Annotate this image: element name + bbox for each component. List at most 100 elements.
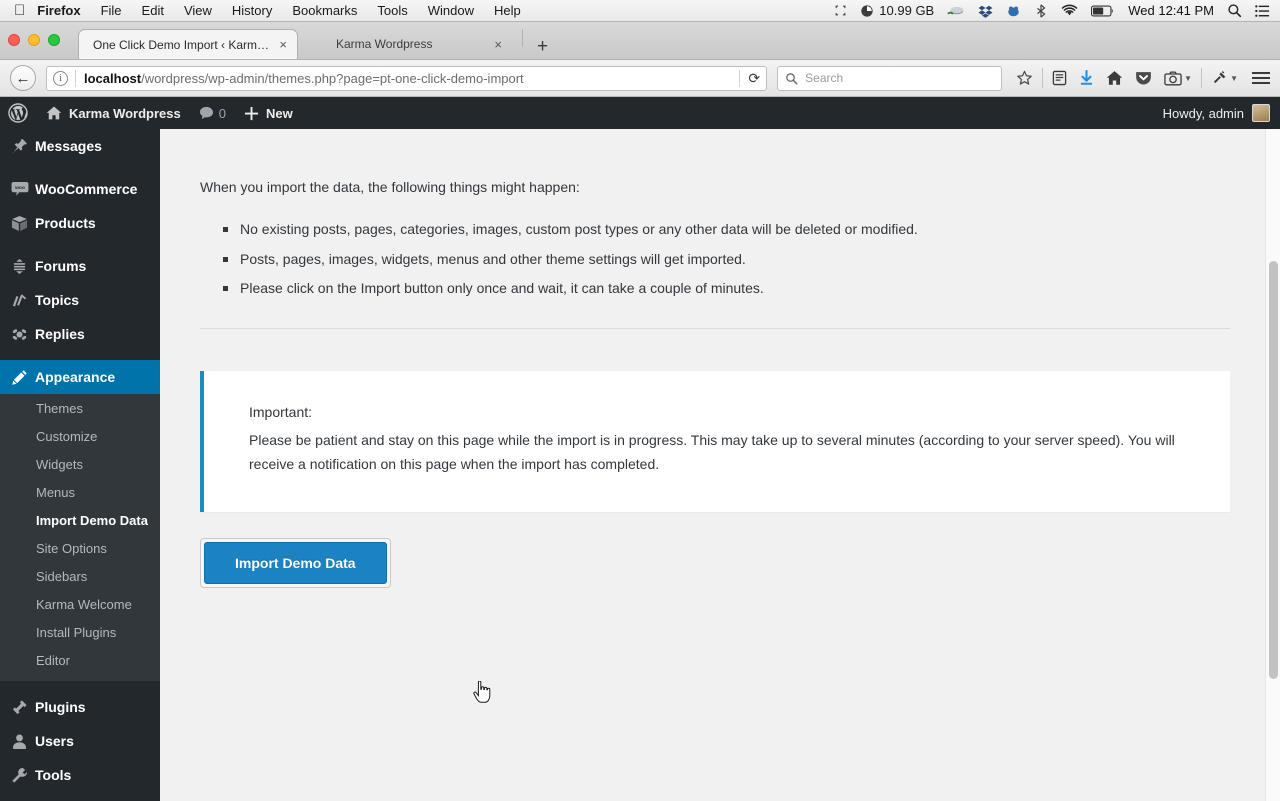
extension-icon[interactable]: ▼	[1211, 70, 1238, 86]
avatar[interactable]	[1252, 104, 1270, 122]
submenu-item-site-options[interactable]: Site Options	[0, 535, 160, 563]
downloads-icon[interactable]	[1079, 70, 1094, 86]
important-text: Please be patient and stay on this page …	[249, 429, 1200, 477]
disk-space-icon[interactable]: 10.99 GB	[860, 3, 934, 18]
sidebar-item-tools[interactable]: Tools	[0, 758, 160, 792]
wp-body: Messages woo WooCommerce Products	[0, 129, 1280, 801]
spotlight-search-icon[interactable]	[1227, 3, 1242, 18]
menu-item-window[interactable]: Window	[428, 3, 474, 18]
dropbox-icon[interactable]	[978, 4, 993, 18]
import-button-focus-ring: Import Demo Data	[200, 538, 391, 588]
backup-icon[interactable]	[947, 4, 965, 18]
sidebar-item-users[interactable]: Users	[0, 724, 160, 758]
battery-icon[interactable]	[1091, 5, 1115, 17]
topics-icon	[11, 292, 35, 309]
bookmark-star-icon[interactable]	[1016, 70, 1033, 87]
browser-tab-title: One Click Demo Import ‹ Karma…	[93, 38, 271, 52]
wordpress-logo-icon[interactable]	[0, 97, 37, 129]
menu-item-file[interactable]: File	[101, 3, 122, 18]
search-input[interactable]: Search	[777, 66, 1002, 91]
replies-icon	[11, 326, 35, 343]
mouse-cursor-pointer	[473, 681, 491, 703]
page-scrollbar[interactable]	[1265, 129, 1280, 801]
submenu-item-editor[interactable]: Editor	[0, 647, 160, 675]
close-icon[interactable]: ×	[279, 38, 287, 51]
hamburger-menu-icon[interactable]	[1252, 72, 1270, 84]
reload-icon[interactable]: ⟳	[739, 70, 760, 87]
chevron-down-icon[interactable]: ▼	[1184, 74, 1192, 83]
forums-icon	[11, 258, 35, 275]
woocommerce-icon: woo	[11, 181, 35, 197]
address-bar[interactable]: i localhost/wordpress/wp-admin/themes.ph…	[46, 66, 767, 91]
site-info-icon[interactable]: i	[53, 71, 68, 86]
list-item: Posts, pages, images, widgets, menus and…	[240, 250, 1280, 270]
import-demo-data-button[interactable]: Import Demo Data	[204, 542, 387, 584]
chevron-down-icon[interactable]: ▼	[1230, 74, 1238, 83]
close-window-button[interactable]	[8, 34, 20, 46]
account-area[interactable]: Howdy, admin	[1163, 104, 1280, 122]
menu-item-edit[interactable]: Edit	[142, 3, 164, 18]
menu-item-tools[interactable]: Tools	[377, 3, 407, 18]
submenu-item-themes[interactable]: Themes	[0, 395, 160, 423]
apple-logo-icon[interactable]: 	[14, 3, 25, 18]
sidebar-item-topics[interactable]: Topics	[0, 283, 160, 317]
menu-item-history[interactable]: History	[232, 3, 272, 18]
box-icon	[11, 215, 35, 232]
back-arrow-icon[interactable]: ←	[10, 65, 36, 91]
site-home-link[interactable]: Karma Wordpress	[37, 97, 190, 129]
list-item: No existing posts, pages, categories, im…	[240, 220, 1280, 240]
sidebar-item-label: Messages	[35, 138, 102, 154]
new-content-link[interactable]: New	[235, 97, 302, 129]
wifi-icon[interactable]	[1061, 4, 1078, 17]
evernote-icon[interactable]	[1006, 4, 1021, 18]
pin-icon	[11, 138, 35, 155]
sidebar-item-forums[interactable]: Forums	[0, 249, 160, 283]
menu-item-help[interactable]: Help	[494, 3, 521, 18]
important-title: Important:	[249, 404, 1200, 420]
maximize-window-button[interactable]	[48, 34, 60, 46]
sidebar-item-replies[interactable]: Replies	[0, 317, 160, 351]
howdy-label: Howdy, admin	[1163, 106, 1244, 121]
browser-tab-inactive[interactable]: Karma Wordpress ×	[322, 29, 512, 59]
notification-center-icon[interactable]	[1255, 4, 1270, 18]
bluetooth-icon[interactable]	[1034, 4, 1048, 18]
browser-toolbar-icons: ▼ ▼	[1010, 68, 1270, 88]
submenu-item-widgets[interactable]: Widgets	[0, 451, 160, 479]
browser-navigation-bar: ← i localhost/wordpress/wp-admin/themes.…	[0, 60, 1280, 97]
new-tab-button[interactable]: +	[537, 37, 548, 56]
user-icon	[11, 733, 35, 750]
screenshot-camera-icon[interactable]: ▼	[1164, 71, 1192, 86]
url-host: localhost	[84, 71, 141, 86]
sidebar-item-plugins[interactable]: Plugins	[0, 690, 160, 724]
menu-bar-clock[interactable]: Wed 12:41 PM	[1128, 3, 1214, 18]
submenu-item-menus[interactable]: Menus	[0, 479, 160, 507]
close-icon[interactable]: ×	[494, 38, 502, 51]
browser-tab-bar: One Click Demo Import ‹ Karma… × Karma W…	[0, 22, 1280, 60]
sidebar-item-label: Replies	[35, 326, 85, 342]
appearance-submenu: Themes Customize Widgets Menus Import De…	[0, 394, 160, 681]
screen-capture-icon[interactable]	[834, 4, 847, 17]
submenu-item-import-demo-data[interactable]: Import Demo Data	[0, 507, 160, 535]
sidebar-item-appearance[interactable]: Appearance	[0, 360, 160, 394]
comments-link[interactable]: 0	[190, 97, 235, 129]
menu-item-bookmarks[interactable]: Bookmarks	[292, 3, 357, 18]
sidebar-item-woocommerce[interactable]: woo WooCommerce	[0, 172, 160, 206]
browser-tab-active[interactable]: One Click Demo Import ‹ Karma… ×	[78, 29, 298, 59]
menu-item-firefox[interactable]: Firefox	[37, 3, 80, 18]
wordpress-admin-page: Karma Wordpress 0 New Howdy, admin	[0, 97, 1280, 801]
pocket-icon[interactable]	[1135, 70, 1152, 86]
sidebar-item-label: Products	[35, 215, 96, 231]
submenu-item-install-plugins[interactable]: Install Plugins	[0, 619, 160, 647]
submenu-item-customize[interactable]: Customize	[0, 423, 160, 451]
submenu-item-karma-welcome[interactable]: Karma Welcome	[0, 591, 160, 619]
tab-separator	[522, 29, 523, 47]
scrollbar-thumb[interactable]	[1269, 261, 1278, 679]
minimize-window-button[interactable]	[28, 34, 40, 46]
reader-view-icon[interactable]	[1052, 70, 1067, 86]
submenu-item-sidebars[interactable]: Sidebars	[0, 563, 160, 591]
sidebar-item-messages[interactable]: Messages	[0, 129, 160, 163]
home-icon[interactable]	[1106, 70, 1123, 86]
menu-item-view[interactable]: View	[184, 3, 212, 18]
wp-content-area: When you import the data, the following …	[160, 129, 1280, 801]
sidebar-item-products[interactable]: Products	[0, 206, 160, 240]
